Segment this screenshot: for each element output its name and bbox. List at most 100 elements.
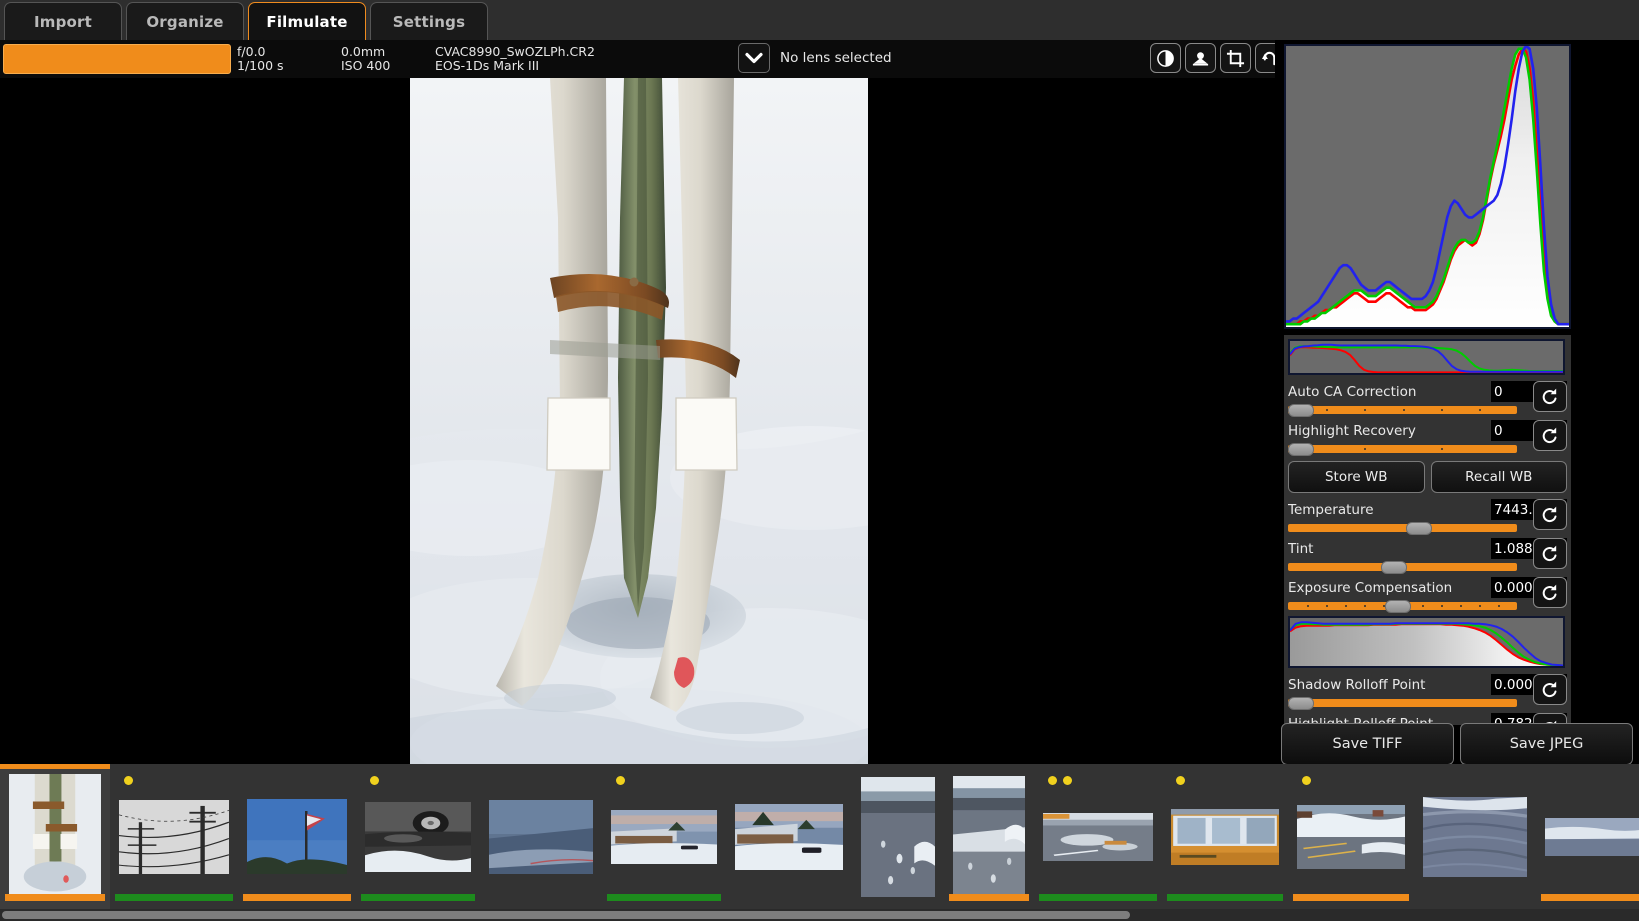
thumbnail-image	[953, 775, 1025, 898]
save-buttons-row: Save TIFF Save JPEG	[1281, 723, 1633, 765]
slider-highlight-recovery: Highlight Recovery 0	[1288, 420, 1567, 456]
filmstrip-thumbnail[interactable]	[110, 764, 238, 909]
slider-tick	[1421, 605, 1424, 607]
slider-label: Temperature	[1288, 501, 1374, 518]
main-tab-bar: Import Organize Filmulate Settings	[0, 0, 1639, 40]
thumbnail-flag-dots	[124, 776, 133, 785]
image-preview-area[interactable]	[0, 78, 1275, 764]
slider-track[interactable]	[1288, 404, 1517, 417]
thumbnail-rating-marker	[243, 894, 351, 901]
exposure-pin-icon[interactable]	[1185, 43, 1216, 73]
crop-icon[interactable]	[1220, 43, 1251, 73]
save-jpeg-button[interactable]: Save JPEG	[1460, 723, 1633, 765]
rgb-histogram-chart	[1284, 44, 1571, 329]
slider-handle[interactable]	[1288, 443, 1314, 456]
iso-value: ISO 400	[341, 58, 391, 73]
slider-handle[interactable]	[1288, 404, 1314, 417]
filmstrip-thumbnail[interactable]	[1536, 764, 1639, 909]
slider-label: Tint	[1288, 540, 1314, 557]
store-wb-button[interactable]: Store WB	[1288, 461, 1425, 493]
filmstrip-thumbnail[interactable]	[1162, 764, 1288, 909]
aperture-value: f/0.0	[237, 44, 266, 59]
save-tiff-button[interactable]: Save TIFF	[1281, 723, 1454, 765]
slider-track[interactable]	[1288, 561, 1517, 574]
filmstrip-thumbnail[interactable]	[1414, 764, 1536, 909]
thumbnail-image	[735, 803, 843, 870]
focal-length-value: 0.0mm	[341, 44, 386, 59]
slider-temperature: Temperature 7443.4	[1288, 499, 1567, 535]
flag-dot-icon	[1063, 776, 1072, 785]
filmstrip-scrollbar[interactable]	[0, 909, 1639, 921]
thumbnail-image	[489, 799, 593, 874]
filename-value: CVAC8990_SwOZLPh.CR2	[435, 44, 595, 59]
reset-arrow-icon[interactable]	[1533, 538, 1567, 569]
chevron-down-icon[interactable]	[738, 43, 770, 73]
thumbnail-rating-marker	[1541, 894, 1639, 901]
filmstrip-thumbnail[interactable]	[852, 764, 944, 909]
thumbnail-flag-dots	[616, 776, 625, 785]
thumbnail-image	[861, 776, 935, 897]
tab-settings[interactable]: Settings	[370, 2, 488, 40]
slider-track[interactable]	[1288, 522, 1517, 535]
white-balance-buttons: Store WB Recall WB	[1288, 461, 1567, 493]
filmstrip-thumbnail[interactable]	[238, 764, 356, 909]
slider-handle[interactable]	[1288, 697, 1314, 710]
tab-import[interactable]: Import	[4, 2, 122, 40]
slider-tick	[1364, 605, 1367, 607]
thumbnail-rating-marker	[607, 894, 721, 901]
slider-tick	[1402, 409, 1405, 411]
slider-track[interactable]	[1288, 443, 1517, 456]
slider-exposure-compensation: Exposure Compensation 0.0000	[1288, 577, 1567, 613]
flag-dot-icon	[1048, 776, 1057, 785]
flag-dot-icon	[370, 776, 379, 785]
thumbnail-top-marker	[0, 764, 110, 769]
thumbnail-image	[1171, 808, 1279, 865]
slider-tick	[1345, 605, 1348, 607]
thumbnail-flag-dots	[1176, 776, 1185, 785]
reset-arrow-icon[interactable]	[1533, 577, 1567, 608]
thumbnail-rating-marker	[115, 894, 233, 901]
thumbnail-image	[1423, 796, 1527, 877]
filmstrip-thumbnail[interactable]	[356, 764, 480, 909]
thumbnail-rating-marker	[1293, 894, 1409, 901]
contrast-icon[interactable]	[1150, 43, 1181, 73]
slider-tick	[1478, 605, 1481, 607]
edit-panel: Auto CA Correction 0 Highlight Recovery 0 St…	[1275, 40, 1639, 764]
thumbnail-rating-marker	[5, 894, 105, 901]
thumbnail-image	[365, 801, 471, 872]
tab-organize[interactable]: Organize	[126, 2, 244, 40]
reset-arrow-icon[interactable]	[1533, 499, 1567, 530]
filmstrip-thumbnail[interactable]	[944, 764, 1034, 909]
filmstrip-thumbnail[interactable]	[0, 764, 110, 909]
adjustment-controls: Auto CA Correction 0 Highlight Recovery 0 St…	[1284, 335, 1571, 725]
slider-tick	[1497, 605, 1500, 607]
filmstrip-thumbnail[interactable]	[1034, 764, 1162, 909]
shutter-value: 1/100 s	[237, 58, 284, 73]
thumbnail-image	[247, 799, 347, 874]
filmstrip-thumbnail[interactable]	[726, 764, 852, 909]
reset-arrow-icon[interactable]	[1533, 674, 1567, 705]
filmstrip-scroll-thumb[interactable]	[2, 911, 1131, 919]
recall-wb-button[interactable]: Recall WB	[1430, 461, 1567, 493]
lens-selector[interactable]: No lens selected	[738, 43, 892, 73]
filmstrip-thumbnail[interactable]	[602, 764, 726, 909]
slider-handle[interactable]	[1405, 522, 1432, 535]
slider-tick	[1459, 605, 1462, 607]
filmstrip[interactable]	[0, 764, 1639, 909]
filmstrip-thumbnail[interactable]	[1288, 764, 1414, 909]
thumbnail-image	[1545, 817, 1639, 856]
thumbnail-flag-dots	[370, 776, 379, 785]
slider-handle[interactable]	[1385, 600, 1412, 613]
flag-dot-icon	[124, 776, 133, 785]
slider-label: Shadow Rolloff Point	[1288, 676, 1426, 693]
thumbnail-image	[611, 809, 717, 864]
tab-filmulate[interactable]: Filmulate	[248, 2, 366, 40]
slider-track[interactable]	[1288, 600, 1517, 613]
slider-handle[interactable]	[1381, 561, 1408, 574]
flag-dot-icon	[1176, 776, 1185, 785]
thumbnail-rating-marker	[1167, 894, 1283, 901]
reset-arrow-icon[interactable]	[1533, 420, 1567, 451]
filmstrip-thumbnail[interactable]	[480, 764, 602, 909]
slider-track[interactable]	[1288, 697, 1517, 710]
reset-arrow-icon[interactable]	[1533, 381, 1567, 412]
